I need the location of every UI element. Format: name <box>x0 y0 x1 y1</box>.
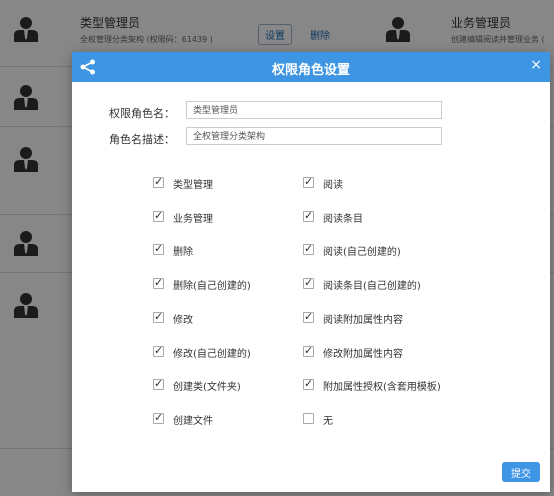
checkmark-icon: ✓ <box>304 377 314 390</box>
checkmark-icon: ✓ <box>154 411 164 424</box>
permission-label: 附加属性授权(含套用模板) <box>323 382 441 393</box>
role-name-label: 权限角色名： <box>109 107 175 120</box>
permission-checkbox[interactable] <box>303 413 314 424</box>
checkmark-icon: ✓ <box>154 377 164 390</box>
permission-option[interactable]: ✓ 删除(自己创建的) <box>153 276 323 293</box>
permission-option[interactable]: ✓ 修改附加属性内容 <box>303 344 473 361</box>
permission-checkbox[interactable]: ✓ <box>153 310 164 323</box>
permission-checkbox[interactable]: ✓ <box>153 344 164 357</box>
permission-checkbox[interactable]: ✓ <box>303 344 314 357</box>
permission-option[interactable]: ✓ 修改(自己创建的) <box>153 344 323 361</box>
checkmark-icon: ✓ <box>304 276 314 289</box>
permission-option[interactable]: ✓ 创建类(文件夹) <box>153 377 323 394</box>
dialog-title: 权限角色设置 <box>271 63 350 78</box>
permission-label: 类型管理 <box>173 180 213 191</box>
permission-option[interactable]: ✓ 阅读(自己创建的) <box>303 242 473 259</box>
permission-option[interactable]: ✓ 创建文件 <box>153 411 323 428</box>
permission-label: 修改 <box>173 315 193 326</box>
permission-checkbox[interactable]: ✓ <box>153 276 164 289</box>
permission-checkbox[interactable]: ✓ <box>303 377 314 390</box>
permission-option[interactable]: ✓ 阅读条目(自己创建的) <box>303 276 473 293</box>
permission-checkbox[interactable]: ✓ <box>303 175 314 188</box>
checkmark-icon: ✓ <box>304 310 314 323</box>
checkmark-icon: ✓ <box>304 242 314 255</box>
permission-label: 阅读条目 <box>323 214 363 225</box>
permission-checkbox[interactable]: ✓ <box>153 175 164 188</box>
permission-option[interactable]: ✓ 阅读 <box>303 175 473 192</box>
permission-checkbox[interactable]: ✓ <box>303 242 314 255</box>
checkmark-icon: ✓ <box>154 242 164 255</box>
permission-option[interactable]: ✓ 删除 <box>153 242 323 259</box>
checkmark-icon: ✓ <box>304 344 314 357</box>
permission-option[interactable]: 无 <box>303 412 473 428</box>
permission-checkbox[interactable]: ✓ <box>153 209 164 222</box>
permission-label: 无 <box>323 416 333 427</box>
role-description-label: 角色名描述： <box>109 133 175 146</box>
permission-checkbox[interactable]: ✓ <box>303 276 314 289</box>
permission-option[interactable]: ✓ 附加属性授权(含套用模板) <box>303 377 473 394</box>
permission-label: 修改附加属性内容 <box>323 349 403 360</box>
permission-label: 删除 <box>173 247 193 258</box>
permission-label: 阅读条目(自己创建的) <box>323 281 421 292</box>
permission-label: 阅读 <box>323 180 343 191</box>
permission-option[interactable]: ✓ 业务管理 <box>153 209 323 226</box>
permission-checkbox[interactable]: ✓ <box>153 377 164 390</box>
checkmark-icon: ✓ <box>154 344 164 357</box>
role-name-input[interactable]: 类型管理员 <box>186 101 442 119</box>
permission-label: 阅读附加属性内容 <box>323 315 403 326</box>
permission-checkbox[interactable]: ✓ <box>303 310 314 323</box>
permission-option[interactable]: ✓ 修改 <box>153 310 323 327</box>
permission-label: 阅读(自己创建的) <box>323 247 401 258</box>
checkmark-icon: ✓ <box>304 209 314 222</box>
permission-label: 创建类(文件夹) <box>173 382 241 393</box>
checkmark-icon: ✓ <box>304 175 314 188</box>
dialog-header: 权限角色设置 × <box>72 52 550 82</box>
close-icon[interactable]: × <box>530 57 542 73</box>
permission-checkbox[interactable]: ✓ <box>153 411 164 424</box>
checkmark-icon: ✓ <box>154 310 164 323</box>
submit-button[interactable]: 提交 <box>502 462 540 482</box>
permission-checkbox[interactable]: ✓ <box>303 209 314 222</box>
permission-label: 修改(自己创建的) <box>173 349 251 360</box>
permission-option[interactable]: ✓ 类型管理 <box>153 175 323 192</box>
role-description-input[interactable]: 全权管理分类架构 <box>186 127 442 145</box>
permission-checkbox[interactable]: ✓ <box>153 242 164 255</box>
checkmark-icon: ✓ <box>154 276 164 289</box>
permission-label: 删除(自己创建的) <box>173 281 251 292</box>
permission-role-dialog: 权限角色设置 × 权限角色名： 类型管理员 角色名描述： 全权管理分类架构 ✓ 类… <box>72 52 550 492</box>
permission-option[interactable]: ✓ 阅读条目 <box>303 209 473 226</box>
checkmark-icon: ✓ <box>154 175 164 188</box>
checkmark-icon: ✓ <box>154 209 164 222</box>
permission-option[interactable]: ✓ 阅读附加属性内容 <box>303 310 473 327</box>
permission-label: 创建文件 <box>173 416 213 427</box>
permission-label: 业务管理 <box>173 214 213 225</box>
